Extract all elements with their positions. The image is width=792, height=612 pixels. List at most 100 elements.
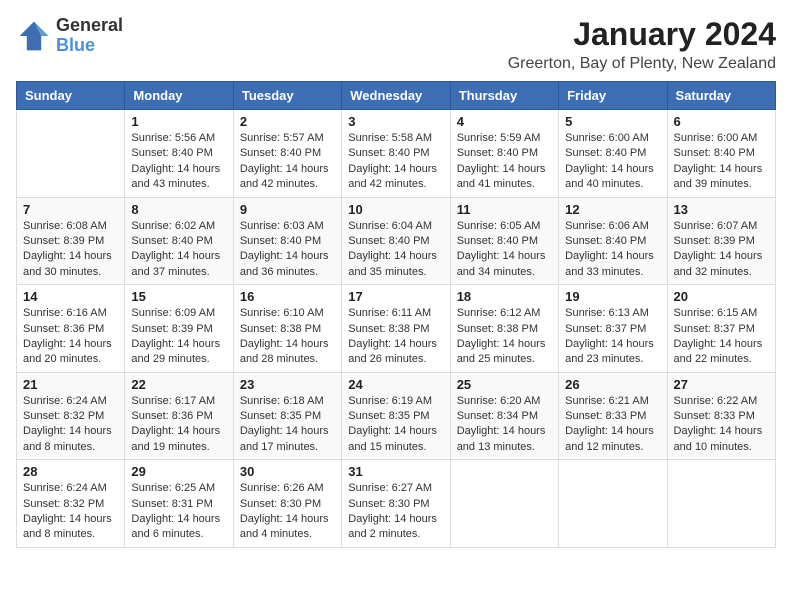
- calendar-row-2: 7 Sunrise: 6:08 AM Sunset: 8:39 PM Daylig…: [17, 197, 776, 285]
- day-info: Sunrise: 6:13 AM Sunset: 8:37 PM Dayligh…: [565, 306, 660, 368]
- day-info: Sunrise: 6:02 AM Sunset: 8:40 PM Dayligh…: [131, 219, 226, 281]
- day-number: 8: [131, 202, 226, 217]
- day-info: Sunrise: 6:27 AM Sunset: 8:30 PM Dayligh…: [348, 481, 443, 543]
- calendar-cell: 29 Sunrise: 6:25 AM Sunset: 8:31 PM Dayli…: [125, 460, 233, 548]
- day-number: 30: [240, 464, 335, 479]
- month-title: January 2024: [508, 16, 776, 53]
- logo-blue: Blue: [56, 36, 123, 56]
- calendar-cell: 18 Sunrise: 6:12 AM Sunset: 8:38 PM Dayli…: [450, 285, 558, 373]
- day-number: 27: [674, 377, 769, 392]
- calendar-cell: 12 Sunrise: 6:06 AM Sunset: 8:40 PM Dayli…: [559, 197, 667, 285]
- calendar-cell: 5 Sunrise: 6:00 AM Sunset: 8:40 PM Daylig…: [559, 110, 667, 198]
- day-number: 18: [457, 289, 552, 304]
- day-number: 22: [131, 377, 226, 392]
- day-info: Sunrise: 6:08 AM Sunset: 8:39 PM Dayligh…: [23, 219, 118, 281]
- calendar-cell: 9 Sunrise: 6:03 AM Sunset: 8:40 PM Daylig…: [233, 197, 341, 285]
- day-number: 29: [131, 464, 226, 479]
- calendar-cell: 1 Sunrise: 5:56 AM Sunset: 8:40 PM Daylig…: [125, 110, 233, 198]
- calendar-cell: 10 Sunrise: 6:04 AM Sunset: 8:40 PM Dayli…: [342, 197, 450, 285]
- calendar-cell: 17Sunrise: 6:11 AM Sunset: 8:38 PM Dayli…: [342, 285, 450, 373]
- day-number: 23: [240, 377, 335, 392]
- day-info: Sunrise: 6:26 AM Sunset: 8:30 PM Dayligh…: [240, 481, 335, 543]
- day-number: 28: [23, 464, 118, 479]
- day-info: Sunrise: 6:18 AM Sunset: 8:35 PM Dayligh…: [240, 394, 335, 456]
- day-number: 12: [565, 202, 660, 217]
- day-number: 20: [674, 289, 769, 304]
- header-monday: Monday: [125, 82, 233, 110]
- calendar-cell: 27 Sunrise: 6:22 AM Sunset: 8:33 PM Dayli…: [667, 372, 775, 460]
- calendar-cell: [450, 460, 558, 548]
- calendar-cell: 16 Sunrise: 6:10 AM Sunset: 8:38 PM Dayli…: [233, 285, 341, 373]
- day-number: 6: [674, 114, 769, 129]
- calendar-cell: 11 Sunrise: 6:05 AM Sunset: 8:40 PM Dayli…: [450, 197, 558, 285]
- calendar-cell: 7 Sunrise: 6:08 AM Sunset: 8:39 PM Daylig…: [17, 197, 125, 285]
- header-saturday: Saturday: [667, 82, 775, 110]
- logo-general: General: [56, 16, 123, 36]
- day-info: Sunrise: 6:24 AM Sunset: 8:32 PM Dayligh…: [23, 394, 118, 456]
- day-info: Sunrise: 6:00 AM Sunset: 8:40 PM Dayligh…: [565, 131, 660, 193]
- calendar-cell: 20 Sunrise: 6:15 AM Sunset: 8:37 PM Dayli…: [667, 285, 775, 373]
- day-number: 10: [348, 202, 443, 217]
- calendar-row-1: 1 Sunrise: 5:56 AM Sunset: 8:40 PM Daylig…: [17, 110, 776, 198]
- logo-icon: [16, 18, 52, 54]
- calendar-row-5: 28Sunrise: 6:24 AM Sunset: 8:32 PM Dayli…: [17, 460, 776, 548]
- calendar-cell: 31 Sunrise: 6:27 AM Sunset: 8:30 PM Dayli…: [342, 460, 450, 548]
- day-info: Sunrise: 6:05 AM Sunset: 8:40 PM Dayligh…: [457, 219, 552, 281]
- calendar-cell: 23 Sunrise: 6:18 AM Sunset: 8:35 PM Dayli…: [233, 372, 341, 460]
- calendar-cell: 21 Sunrise: 6:24 AM Sunset: 8:32 PM Dayli…: [17, 372, 125, 460]
- day-number: 3: [348, 114, 443, 129]
- day-number: 5: [565, 114, 660, 129]
- day-number: 4: [457, 114, 552, 129]
- calendar-cell: 25 Sunrise: 6:20 AM Sunset: 8:34 PM Dayli…: [450, 372, 558, 460]
- calendar-header-row: SundayMondayTuesdayWednesdayThursdayFrid…: [17, 82, 776, 110]
- calendar-cell: 22 Sunrise: 6:17 AM Sunset: 8:36 PM Dayli…: [125, 372, 233, 460]
- calendar-row-3: 14 Sunrise: 6:16 AM Sunset: 8:36 PM Dayli…: [17, 285, 776, 373]
- day-number: 26: [565, 377, 660, 392]
- day-number: 25: [457, 377, 552, 392]
- day-info: Sunrise: 6:20 AM Sunset: 8:34 PM Dayligh…: [457, 394, 552, 456]
- day-number: 7: [23, 202, 118, 217]
- calendar-cell: 24 Sunrise: 6:19 AM Sunset: 8:35 PM Dayli…: [342, 372, 450, 460]
- calendar-cell: 8 Sunrise: 6:02 AM Sunset: 8:40 PM Daylig…: [125, 197, 233, 285]
- day-info: Sunrise: 5:59 AM Sunset: 8:40 PM Dayligh…: [457, 131, 552, 193]
- day-info: Sunrise: 6:22 AM Sunset: 8:33 PM Dayligh…: [674, 394, 769, 456]
- day-number: 2: [240, 114, 335, 129]
- day-number: 19: [565, 289, 660, 304]
- day-number: 24: [348, 377, 443, 392]
- day-info: Sunrise: 6:04 AM Sunset: 8:40 PM Dayligh…: [348, 219, 443, 281]
- page-header: General Blue January 2024 Greerton, Bay …: [16, 16, 776, 73]
- calendar-cell: 6Sunrise: 6:00 AM Sunset: 8:40 PM Daylig…: [667, 110, 775, 198]
- calendar-cell: 4 Sunrise: 5:59 AM Sunset: 8:40 PM Daylig…: [450, 110, 558, 198]
- day-number: 11: [457, 202, 552, 217]
- day-info: Sunrise: 5:56 AM Sunset: 8:40 PM Dayligh…: [131, 131, 226, 193]
- day-info: Sunrise: 6:25 AM Sunset: 8:31 PM Dayligh…: [131, 481, 226, 543]
- calendar-cell: 15Sunrise: 6:09 AM Sunset: 8:39 PM Dayli…: [125, 285, 233, 373]
- day-info: Sunrise: 6:10 AM Sunset: 8:38 PM Dayligh…: [240, 306, 335, 368]
- day-number: 14: [23, 289, 118, 304]
- calendar-cell: 2 Sunrise: 5:57 AM Sunset: 8:40 PM Daylig…: [233, 110, 341, 198]
- day-info: Sunrise: 6:12 AM Sunset: 8:38 PM Dayligh…: [457, 306, 552, 368]
- calendar-cell: 28Sunrise: 6:24 AM Sunset: 8:32 PM Dayli…: [17, 460, 125, 548]
- day-info: Sunrise: 6:06 AM Sunset: 8:40 PM Dayligh…: [565, 219, 660, 281]
- day-info: Sunrise: 6:16 AM Sunset: 8:36 PM Dayligh…: [23, 306, 118, 368]
- day-info: Sunrise: 6:03 AM Sunset: 8:40 PM Dayligh…: [240, 219, 335, 281]
- day-info: Sunrise: 6:19 AM Sunset: 8:35 PM Dayligh…: [348, 394, 443, 456]
- calendar-row-4: 21 Sunrise: 6:24 AM Sunset: 8:32 PM Dayli…: [17, 372, 776, 460]
- calendar-cell: 26Sunrise: 6:21 AM Sunset: 8:33 PM Dayli…: [559, 372, 667, 460]
- day-number: 9: [240, 202, 335, 217]
- day-number: 31: [348, 464, 443, 479]
- day-number: 13: [674, 202, 769, 217]
- day-number: 21: [23, 377, 118, 392]
- day-info: Sunrise: 6:15 AM Sunset: 8:37 PM Dayligh…: [674, 306, 769, 368]
- calendar-cell: 13Sunrise: 6:07 AM Sunset: 8:39 PM Dayli…: [667, 197, 775, 285]
- calendar-cell: 14 Sunrise: 6:16 AM Sunset: 8:36 PM Dayli…: [17, 285, 125, 373]
- day-info: Sunrise: 5:57 AM Sunset: 8:40 PM Dayligh…: [240, 131, 335, 193]
- header-friday: Friday: [559, 82, 667, 110]
- day-info: Sunrise: 6:17 AM Sunset: 8:36 PM Dayligh…: [131, 394, 226, 456]
- day-info: Sunrise: 5:58 AM Sunset: 8:40 PM Dayligh…: [348, 131, 443, 193]
- day-number: 16: [240, 289, 335, 304]
- calendar: SundayMondayTuesdayWednesdayThursdayFrid…: [16, 81, 776, 548]
- logo-text: General Blue: [56, 16, 123, 56]
- calendar-cell: [559, 460, 667, 548]
- day-number: 1: [131, 114, 226, 129]
